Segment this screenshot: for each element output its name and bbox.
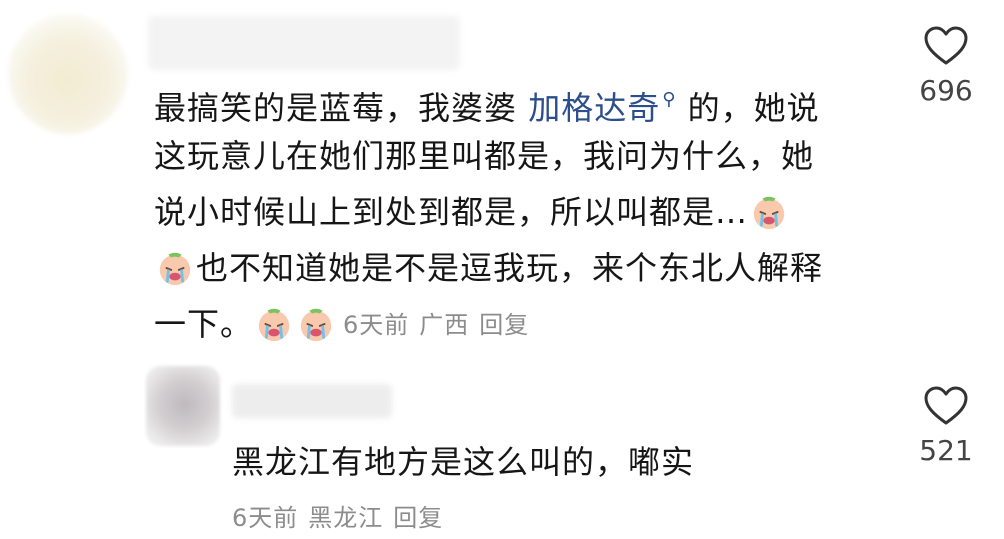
comment-body: 黑龙江有地方是这么叫的，嘟实 bbox=[232, 443, 695, 481]
comment-body: 最搞笑的是蓝莓，我婆婆 加格达奇 ⚲ 的，她说 这玩意儿在她们那里叫都是，我问为什… bbox=[154, 72, 823, 352]
comment-time: 6天前 bbox=[343, 311, 410, 339]
comment-meta: 6天前 广西 回复 bbox=[343, 311, 539, 339]
comment-line: 说小时候山上到处到都是，所以叫都是… bbox=[154, 184, 823, 240]
like-button[interactable]: 696 bbox=[906, 26, 986, 107]
reply-button[interactable]: 回复 bbox=[479, 311, 529, 339]
avatar[interactable] bbox=[146, 366, 220, 446]
search-icon[interactable]: ⚲ bbox=[662, 72, 676, 128]
comment-line: 也不知道她是不是逗我玩，来个东北人解释 bbox=[154, 240, 823, 296]
like-count: 696 bbox=[919, 74, 973, 107]
like-button[interactable]: 521 bbox=[906, 386, 986, 467]
username-blurred[interactable] bbox=[232, 384, 392, 418]
crying-face-emoji bbox=[300, 308, 332, 342]
like-count: 521 bbox=[919, 434, 973, 467]
avatar[interactable] bbox=[8, 14, 128, 134]
heart-outline-icon[interactable] bbox=[924, 26, 968, 66]
crying-face-emoji bbox=[258, 308, 290, 342]
comment-line: 最搞笑的是蓝莓，我婆婆 加格达奇 ⚲ 的，她说 bbox=[154, 72, 823, 128]
comment-line: 这玩意儿在她们那里叫都是，我问为什么，她 bbox=[154, 137, 815, 175]
comment-meta: 6天前 黑龙江 回复 bbox=[232, 498, 453, 533]
location-mention-link[interactable]: 加格达奇 bbox=[528, 89, 660, 127]
crying-face-emoji bbox=[753, 196, 785, 230]
username-blurred[interactable] bbox=[148, 16, 460, 70]
comment-time: 6天前 bbox=[232, 504, 299, 532]
heart-outline-icon[interactable] bbox=[924, 386, 968, 426]
comment-location: 黑龙江 bbox=[308, 504, 384, 532]
comment-location: 广西 bbox=[419, 311, 470, 339]
reply-button[interactable]: 回复 bbox=[393, 504, 443, 532]
comment-line: 一下。 6天前 广西 回复 bbox=[154, 296, 823, 352]
crying-face-emoji bbox=[159, 252, 191, 286]
